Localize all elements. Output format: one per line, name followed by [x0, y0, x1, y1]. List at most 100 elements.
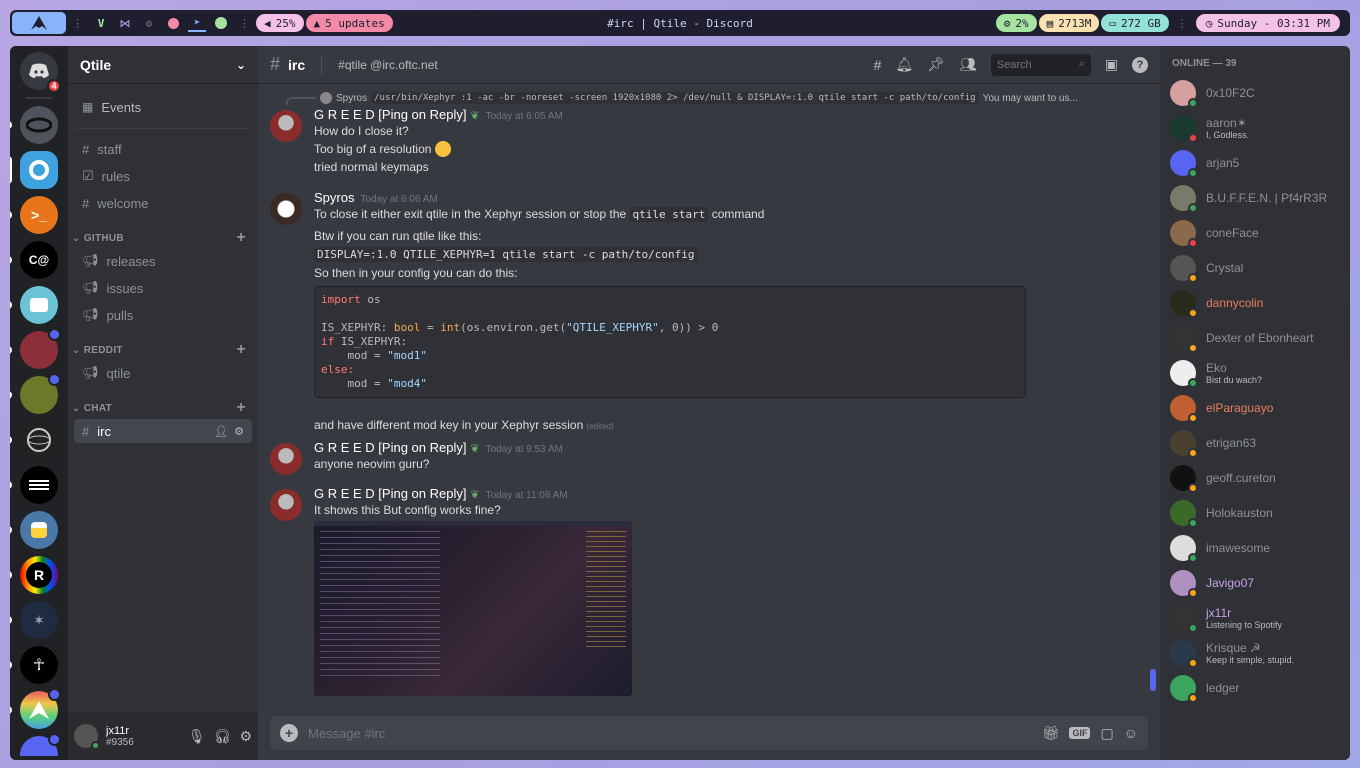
- member-item[interactable]: Eko Bist du wach?: [1160, 355, 1350, 390]
- channel-welcome[interactable]: # welcome: [74, 191, 252, 215]
- member-name: 0x10F2C: [1206, 85, 1255, 100]
- member-item[interactable]: jx11r Listening to Spotify: [1160, 600, 1350, 635]
- headphones-icon[interactable]: 🎧︎: [214, 728, 232, 745]
- events-link[interactable]: ▦ Events: [74, 94, 252, 120]
- avatar[interactable]: [270, 193, 302, 225]
- member-item[interactable]: aaron✶ I, Godless.: [1160, 110, 1350, 145]
- category-reddit[interactable]: ⌄ REDDIT +: [68, 339, 258, 361]
- home-button[interactable]: 4: [20, 52, 61, 93]
- member-name: B.U.F.F.E.N. | Pf4rR3R: [1206, 190, 1328, 205]
- message-input[interactable]: Message #irc: [308, 726, 1032, 741]
- channel-issues[interactable]: 📢︎ issues: [74, 276, 252, 300]
- member-item[interactable]: Javigo07: [1160, 565, 1350, 600]
- scrollbar[interactable]: [1150, 669, 1156, 691]
- avatar: [320, 92, 332, 104]
- clock[interactable]: ◷ Sunday - 03:31 PM: [1195, 14, 1340, 32]
- member-item[interactable]: dannycolin: [1160, 285, 1350, 320]
- avatar[interactable]: [270, 110, 302, 142]
- spotify-icon[interactable]: [212, 14, 230, 32]
- author[interactable]: Spyros: [314, 190, 354, 205]
- launcher-button[interactable]: [12, 12, 66, 34]
- channel-qtile[interactable]: 📢︎ qtile: [74, 361, 252, 385]
- author[interactable]: G R E E D [Ping on Reply]: [314, 440, 466, 455]
- volume-indicator[interactable]: ◀ 25%: [256, 14, 304, 32]
- gear-icon[interactable]: ⚙: [234, 425, 244, 438]
- settings-icon[interactable]: ⚙: [140, 14, 158, 32]
- channel-rules[interactable]: ☑ rules: [74, 164, 252, 188]
- author[interactable]: G R E E D [Ping on Reply]: [314, 486, 466, 501]
- server-icon[interactable]: [10, 286, 58, 324]
- member-item[interactable]: Dexter of Ebonheart: [1160, 320, 1350, 355]
- search-input[interactable]: Search ⌕: [990, 53, 1091, 76]
- member-item[interactable]: etrigan63: [1160, 425, 1350, 460]
- server-icon[interactable]: [10, 373, 61, 414]
- memory-indicator: ▤ 2713M: [1038, 14, 1100, 32]
- member-item[interactable]: imawesome: [1160, 530, 1350, 565]
- screenshot-attachment[interactable]: [314, 521, 632, 696]
- updates-indicator[interactable]: ▲ 5 updates: [305, 14, 393, 32]
- vscode-icon[interactable]: ⋈: [116, 14, 134, 32]
- server-icon-python[interactable]: [10, 511, 58, 549]
- invite-icon[interactable]: 👤︎: [214, 425, 228, 438]
- code-block[interactable]: import os IS_XEPHYR: bool = int(os.envir…: [314, 286, 1026, 398]
- hashtag-icon: #: [270, 54, 281, 74]
- avatar[interactable]: [270, 489, 302, 521]
- member-item[interactable]: arjan5: [1160, 145, 1350, 180]
- gif-icon[interactable]: GIF: [1069, 727, 1091, 739]
- member-item[interactable]: Holokauston: [1160, 495, 1350, 530]
- server-icon[interactable]: [10, 328, 61, 369]
- server-icon[interactable]: [10, 688, 61, 729]
- server-icon[interactable]: ✶: [10, 601, 58, 639]
- status-dot: [1188, 517, 1198, 528]
- avatar[interactable]: [270, 443, 302, 475]
- status-dot: [1188, 692, 1198, 703]
- bell-icon[interactable]: 🔔︎: [895, 56, 913, 73]
- member-list-icon[interactable]: 👥︎: [959, 56, 977, 73]
- category-github[interactable]: ⌄ GITHUB +: [68, 227, 258, 249]
- author[interactable]: G R E E D [Ping on Reply]: [314, 107, 466, 122]
- member-item[interactable]: geoff.cureton: [1160, 460, 1350, 495]
- inbox-icon[interactable]: ▣: [1105, 56, 1118, 73]
- channel-pulls[interactable]: 📢︎ pulls: [74, 303, 252, 327]
- add-channel-icon[interactable]: +: [236, 399, 246, 417]
- server-icon[interactable]: ☥: [10, 646, 58, 684]
- member-item[interactable]: Crystal: [1160, 250, 1350, 285]
- add-channel-icon[interactable]: +: [236, 341, 246, 359]
- megaphone-icon: 📢︎: [82, 307, 99, 322]
- threads-icon[interactable]: #: [874, 57, 882, 73]
- server-icon[interactable]: C@: [10, 241, 58, 279]
- reply-preview[interactable]: Spyros /usr/bin/Xephyr :1 -ac -br -nores…: [286, 90, 1106, 106]
- member-item[interactable]: elParaguayo: [1160, 390, 1350, 425]
- member-item[interactable]: coneFace: [1160, 215, 1350, 250]
- vim-icon[interactable]: V: [92, 14, 110, 32]
- microphone-icon[interactable]: 🎙︎: [188, 728, 206, 745]
- pin-icon[interactable]: 📌︎: [927, 56, 945, 73]
- channel-staff[interactable]: # staff: [74, 137, 252, 161]
- member-item[interactable]: 0x10F2C: [1160, 75, 1350, 110]
- firefox-icon[interactable]: [164, 14, 182, 32]
- server-icon[interactable]: [10, 466, 58, 504]
- telegram-icon[interactable]: ➤: [188, 14, 206, 32]
- sticker-icon[interactable]: ▢: [1100, 725, 1113, 742]
- server-icon[interactable]: [20, 733, 61, 756]
- category-chat[interactable]: ⌄ CHAT +: [68, 397, 258, 419]
- user-settings-icon[interactable]: ⚙: [239, 728, 252, 745]
- member-item[interactable]: Krisque ☭ Keep it simple, stupid.: [1160, 635, 1350, 670]
- help-icon[interactable]: ?: [1132, 56, 1148, 73]
- channel-irc[interactable]: # irc 👤︎ ⚙: [74, 419, 252, 443]
- server-header[interactable]: Qtile ⌄: [68, 46, 258, 84]
- add-channel-icon[interactable]: +: [236, 229, 246, 247]
- server-icon-qtile[interactable]: [10, 151, 58, 189]
- member-list: ONLINE — 39 0x10F2C aaron✶ I, Godless. arja…: [1160, 46, 1350, 760]
- member-item[interactable]: B.U.F.F.E.N. | Pf4rR3R: [1160, 180, 1350, 215]
- server-icon[interactable]: [10, 106, 58, 144]
- server-icon[interactable]: [10, 421, 58, 459]
- attach-plus-icon[interactable]: +: [280, 724, 298, 742]
- avatar[interactable]: [74, 724, 100, 750]
- gift-icon[interactable]: 🎁︎: [1042, 725, 1060, 742]
- server-icon[interactable]: >_: [10, 196, 58, 234]
- member-item[interactable]: ledger: [1160, 670, 1350, 705]
- server-icon[interactable]: R: [10, 556, 58, 594]
- emoji-icon[interactable]: ☺: [1124, 725, 1138, 741]
- channel-releases[interactable]: 📢︎ releases: [74, 249, 252, 273]
